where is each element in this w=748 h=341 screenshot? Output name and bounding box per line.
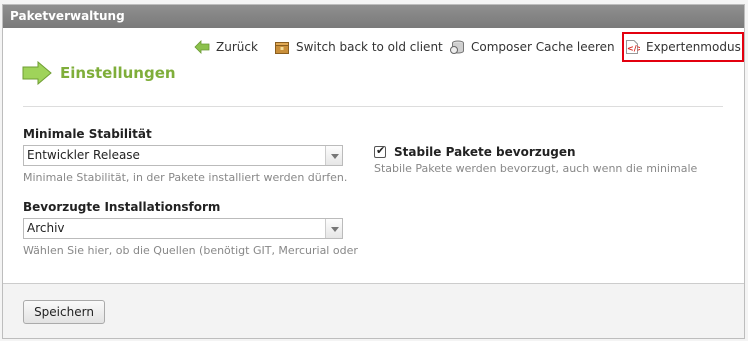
clear-cache-button[interactable]: Composer Cache leeren: [449, 37, 615, 57]
stability-select[interactable]: Entwickler Release: [23, 145, 343, 166]
settings-arrow-icon: [22, 60, 52, 86]
page-title: Einstellungen: [60, 64, 176, 82]
divider: [23, 106, 723, 107]
section-headline: Einstellungen: [22, 60, 176, 86]
stability-field: Minimale Stabilität Entwickler Release M…: [23, 127, 347, 184]
cache-icon: [449, 39, 465, 55]
save-button[interactable]: Speichern: [23, 300, 105, 324]
package-management-panel: Paketverwaltung Zurück Switch back to ol…: [2, 4, 745, 339]
cache-label: Composer Cache leeren: [471, 40, 615, 54]
install-form-field: Bevorzugte Installationsform Archiv Wähl…: [23, 200, 358, 257]
stability-value: Entwickler Release: [27, 148, 140, 162]
form-footer: Speichern: [3, 283, 744, 338]
stability-label: Minimale Stabilität: [23, 127, 152, 141]
prefer-stable-label[interactable]: Stabile Pakete bevorzugen: [394, 145, 576, 159]
panel-title: Paketverwaltung: [3, 5, 744, 28]
back-label: Zurück: [216, 40, 258, 54]
install-form-value: Archiv: [27, 221, 65, 235]
package-icon: [274, 39, 290, 55]
prefer-stable-help: Stabile Pakete werden bevorzugt, auch we…: [374, 162, 698, 175]
prefer-stable-field: Stabile Pakete bevorzugen Stabile Pakete…: [374, 144, 698, 175]
expert-mode-highlight: [622, 32, 744, 62]
prefer-stable-checkbox[interactable]: [374, 144, 386, 158]
chevron-down-icon[interactable]: [325, 219, 342, 238]
switch-label: Switch back to old client: [296, 40, 443, 54]
install-form-label: Bevorzugte Installationsform: [23, 200, 221, 214]
install-form-help: Wählen Sie hier, ob die Quellen (benötig…: [23, 244, 358, 257]
back-button[interactable]: Zurück: [194, 37, 258, 57]
stability-help: Minimale Stabilität, in der Pakete insta…: [23, 171, 348, 184]
install-form-select[interactable]: Archiv: [23, 218, 343, 239]
back-arrow-icon: [194, 39, 210, 55]
switch-old-client-button[interactable]: Switch back to old client: [274, 37, 443, 57]
chevron-down-icon[interactable]: [325, 146, 342, 165]
